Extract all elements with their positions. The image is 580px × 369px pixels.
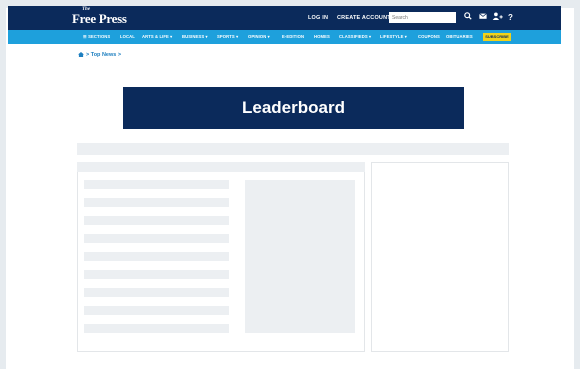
nav-business[interactable]: BUSINESS ▾ — [182, 34, 208, 39]
skeleton-main-header — [77, 162, 365, 172]
leaderboard-ad[interactable]: Leaderboard — [123, 87, 464, 129]
section-nav-bar: ☰ SECTIONS LOCAL ARTS & LIFE ▾ BUSINESS … — [8, 30, 561, 44]
logo-name: Free Press — [72, 11, 127, 26]
skeleton-line — [84, 324, 229, 333]
skeleton-line — [84, 216, 229, 225]
nav-homes[interactable]: HOMES — [314, 34, 330, 39]
breadcrumb: > Top News > — [78, 52, 121, 58]
top-header-bar: The Free Press LOG IN CREATE ACCOUNT ? — [8, 6, 561, 30]
nav-sports[interactable]: SPORTS ▾ — [217, 34, 238, 39]
skeleton-line — [84, 198, 229, 207]
nav-sections[interactable]: ☰ SECTIONS — [83, 34, 110, 39]
create-account-link[interactable]: CREATE ACCOUNT — [337, 15, 391, 21]
nav-local[interactable]: LOCAL — [120, 34, 135, 39]
search-input[interactable] — [389, 12, 456, 23]
help-icon[interactable]: ? — [508, 12, 513, 24]
subscribe-button[interactable]: SUBSCRIBE — [483, 33, 511, 41]
skeleton-line — [84, 288, 229, 297]
skeleton-line — [84, 270, 229, 279]
skeleton-line — [84, 252, 229, 261]
nav-classifieds[interactable]: CLASSIFIEDS ▾ — [339, 34, 371, 39]
mail-icon[interactable] — [479, 12, 487, 24]
nav-obituaries[interactable]: OBITUARIES — [446, 34, 473, 39]
nav-arts-life[interactable]: ARTS & LIFE ▾ — [142, 34, 172, 39]
login-link[interactable]: LOG IN — [308, 15, 328, 21]
nav-lifestyle[interactable]: LIFESTYLE ▾ — [380, 34, 407, 39]
skeleton-sidebar-panel — [371, 162, 509, 352]
nav-e-edition[interactable]: E-EDITION — [282, 34, 304, 39]
nav-opinion[interactable]: OPINION ▾ — [248, 34, 270, 39]
breadcrumb-top-news[interactable]: > Top News > — [86, 52, 121, 58]
home-icon[interactable] — [78, 52, 84, 58]
skeleton-line — [84, 180, 229, 189]
skeleton-headline-bar — [77, 143, 509, 155]
nav-coupons[interactable]: COUPONS — [418, 34, 440, 39]
search-icon[interactable] — [464, 12, 472, 24]
skeleton-line — [84, 306, 229, 315]
skeleton-image-placeholder — [245, 180, 355, 333]
skeleton-line — [84, 234, 229, 243]
user-icon[interactable] — [492, 12, 503, 24]
